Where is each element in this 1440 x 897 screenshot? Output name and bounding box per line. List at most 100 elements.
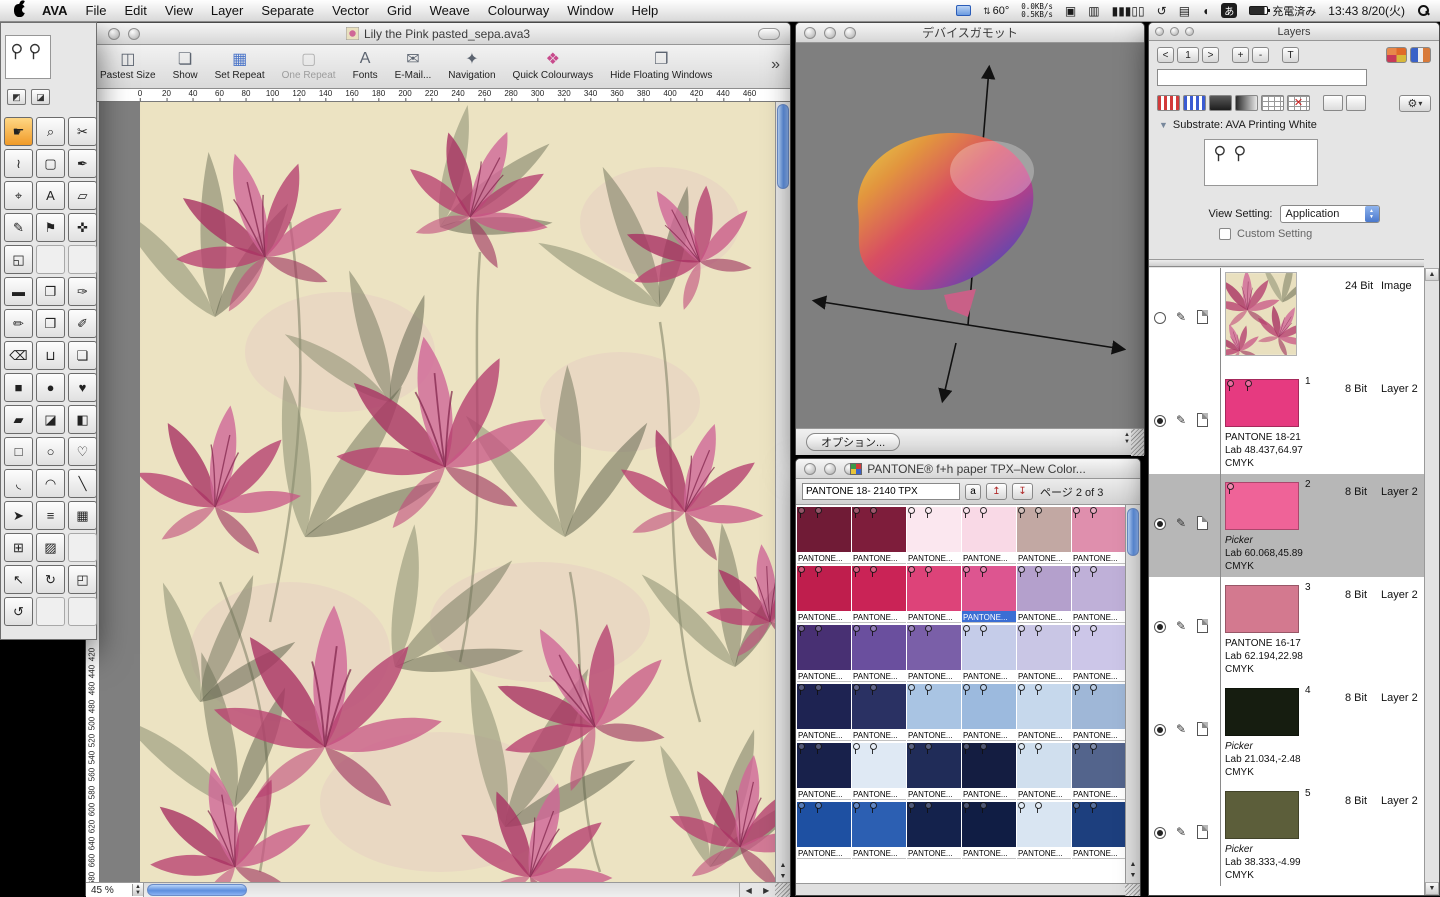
pantone-swatch[interactable]: PANTONE... <box>1017 507 1071 565</box>
blue-stripe-mode-button[interactable] <box>1183 95 1206 111</box>
chat-icon[interactable]: ◖ <box>1202 4 1209 18</box>
layer-row[interactable]: ✎24 BitImage <box>1149 268 1424 371</box>
page-icon[interactable] <box>1197 722 1208 736</box>
filled-rect-tool[interactable]: ■ <box>4 373 33 402</box>
pantone-swatch[interactable]: PANTONE... <box>907 566 961 624</box>
toolbar-overflow-button[interactable]: » <box>771 48 790 74</box>
pantone-swatch[interactable]: PANTONE... <box>1072 802 1126 860</box>
weave-tool[interactable]: ≡ <box>36 501 65 530</box>
line-tool[interactable]: ╲ <box>68 469 97 498</box>
pantone-swatch[interactable]: PANTONE... <box>797 743 851 801</box>
edit-pencil-icon[interactable]: ✎ <box>1176 825 1186 839</box>
gradient-mode-button[interactable] <box>1235 95 1258 111</box>
find-button[interactable]: a <box>965 484 981 500</box>
view-setting-dropdown[interactable]: Application ▲ ▼ <box>1280 205 1380 223</box>
document-titlebar[interactable]: Lily the Pink pasted_sepa.ava3 <box>86 23 790 45</box>
blank-option-button-2[interactable] <box>1346 95 1366 111</box>
minimize-button[interactable] <box>1170 27 1179 36</box>
layer-row[interactable]: ✎5PickerLab 38.333,-4.99CMYK8 BitLayer 2 <box>1149 783 1424 886</box>
pantone-swatch[interactable]: PANTONE... <box>1072 507 1126 565</box>
polygon-tool[interactable]: ▱ <box>68 181 97 210</box>
scroll-down-button[interactable]: ▼ <box>1425 882 1439 895</box>
pantone-search-input[interactable] <box>802 483 960 500</box>
resize-grip[interactable] <box>1131 429 1144 456</box>
needle-tool[interactable]: ✎ <box>4 213 33 242</box>
zoom-control[interactable]: 45 % ▲ ▼ <box>86 883 144 897</box>
pantone-swatch[interactable]: PANTONE... <box>1017 743 1071 801</box>
pantone-swatch[interactable]: PANTONE... <box>962 566 1016 624</box>
layer-row[interactable]: ✎3PANTONE 16-17Lab 62.194,22.98CMYK8 Bit… <box>1149 577 1424 680</box>
page-icon[interactable] <box>1197 413 1208 427</box>
spotlight-icon[interactable] <box>1417 4 1430 17</box>
zoom-out-tool[interactable]: ⌖ <box>4 181 33 210</box>
show-button[interactable]: ❏Show <box>173 48 198 81</box>
visibility-toggle[interactable] <box>1154 621 1166 633</box>
page-icon[interactable] <box>1197 619 1208 633</box>
page-icon[interactable] <box>1197 310 1208 324</box>
pantone-swatch[interactable]: PANTONE... <box>797 802 851 860</box>
pushpin-tool[interactable]: ⚑ <box>36 213 65 242</box>
mode-a-button[interactable]: ◩ <box>7 89 26 105</box>
scroll-down-button[interactable]: ▼ <box>776 871 790 882</box>
select-arrow-tool[interactable]: ➤ <box>4 501 33 530</box>
heart-tool[interactable]: ♡ <box>68 437 97 466</box>
substrate-swatch[interactable] <box>1204 139 1318 186</box>
visibility-toggle[interactable] <box>1154 518 1166 530</box>
page-curl-tool[interactable]: ◪ <box>36 405 65 434</box>
pantone-swatch[interactable]: PANTONE... <box>1072 743 1126 801</box>
eyedropper-tool[interactable]: ✒ <box>68 149 97 178</box>
eraser-tool[interactable]: ⌫ <box>4 341 33 370</box>
scroll-right-button[interactable]: ▶ <box>763 886 769 895</box>
menu-extra-icon-1[interactable]: ▣ <box>1065 4 1076 18</box>
layer-color-swatch[interactable] <box>1225 688 1299 736</box>
options-button[interactable]: オプション... <box>806 433 900 451</box>
scroll-up-button[interactable]: ▲ <box>1425 268 1439 281</box>
substrate-row[interactable]: ▼ Substrate: AVA Printing White <box>1159 119 1317 131</box>
mode-b-button[interactable]: ◪ <box>31 89 50 105</box>
scroll-down-button[interactable]: ▼ <box>1124 439 1130 446</box>
custom-setting-checkbox[interactable] <box>1219 228 1231 240</box>
set-repeat-button[interactable]: ▦Set Repeat <box>215 48 265 81</box>
apple-menu[interactable] <box>0 4 33 17</box>
temperature-menu[interactable]: ⇅60° <box>983 5 1009 17</box>
layer-name-input[interactable] <box>1157 69 1367 86</box>
edit-pencil-icon[interactable]: ✎ <box>1176 619 1186 633</box>
pantone-swatch[interactable]: PANTONE... <box>1072 625 1126 683</box>
pantone-swatch[interactable]: PANTONE... <box>962 507 1016 565</box>
menu-colourway[interactable]: Colourway <box>479 0 558 22</box>
colourway-icon-button[interactable] <box>1410 47 1431 63</box>
fill-bucket-tool[interactable]: ⊔ <box>36 341 65 370</box>
pantone-swatch[interactable]: PANTONE... <box>1072 684 1126 742</box>
vertical-scrollbar[interactable]: ▲ ▼ <box>775 102 790 882</box>
pantone-swatch[interactable]: PANTONE... <box>962 625 1016 683</box>
next-page-button[interactable]: ↧ <box>1012 483 1033 500</box>
scroll-up-button[interactable]: ▲ <box>1126 859 1140 870</box>
hide-floating-windows-button[interactable]: ❐Hide Floating Windows <box>610 48 712 81</box>
next-layer-page-button[interactable]: > <box>1202 47 1219 63</box>
resize-grip[interactable] <box>775 883 790 897</box>
pantone-swatch[interactable]: PANTONE... <box>907 684 961 742</box>
mesh-tool[interactable]: ▦ <box>68 501 97 530</box>
menu-separate[interactable]: Separate <box>252 0 323 22</box>
ellipse-tool[interactable]: ○ <box>36 437 65 466</box>
layer-thumbnail[interactable] <box>1225 272 1297 356</box>
close-button[interactable] <box>804 463 816 475</box>
resize-grip[interactable] <box>1125 884 1140 896</box>
navigation-button[interactable]: ✦Navigation <box>448 48 495 81</box>
one-repeat-button[interactable]: ▢One Repeat <box>282 48 336 81</box>
prev-layer-page-button[interactable]: < <box>1157 47 1174 63</box>
visibility-toggle[interactable] <box>1154 415 1166 427</box>
text-tool-button[interactable]: T <box>1282 47 1299 63</box>
pantone-swatch[interactable]: PANTONE... <box>797 566 851 624</box>
horizontal-scroll-arrows[interactable]: ◀ ▶ <box>739 883 775 897</box>
arc-tool[interactable]: ◠ <box>36 469 65 498</box>
scroll-down-button[interactable]: ▼ <box>1126 870 1140 881</box>
vertical-scroll-thumb[interactable] <box>777 104 789 189</box>
rotate-tool[interactable]: ↻ <box>36 565 65 594</box>
pantone-swatch[interactable]: PANTONE... <box>907 743 961 801</box>
pantone-swatch[interactable]: PANTONE... <box>797 507 851 565</box>
filled-heart-tool[interactable]: ♥ <box>68 373 97 402</box>
clipboard-tool[interactable]: ❐ <box>36 277 65 306</box>
toolbar-toggle-button[interactable] <box>758 28 780 40</box>
spiral-tool[interactable]: ↺ <box>4 597 33 626</box>
